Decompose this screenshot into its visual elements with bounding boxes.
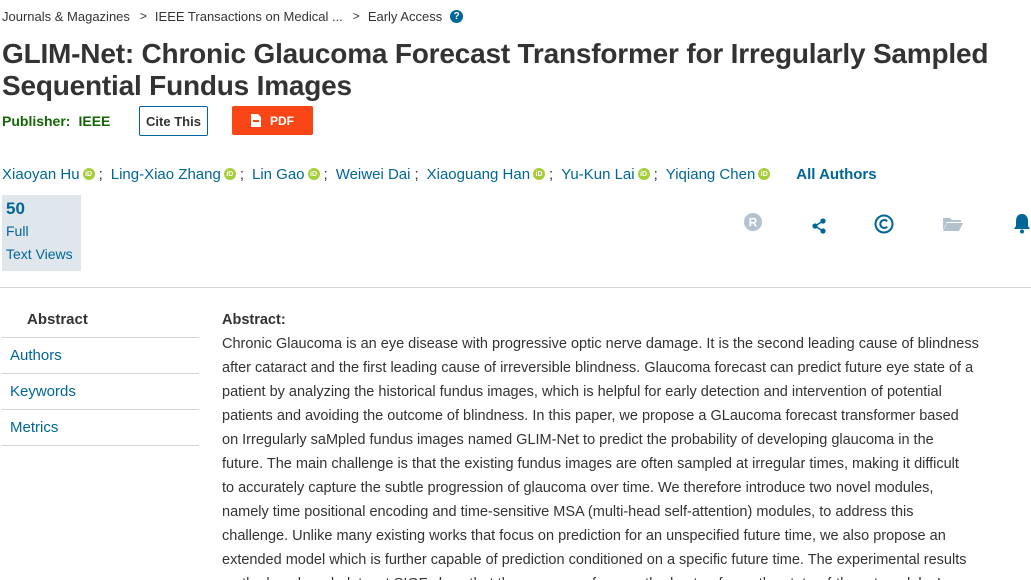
abstract-line: after cataract and the first leading cau…	[222, 360, 974, 376]
copyright-icon[interactable]	[872, 212, 896, 236]
author-separator: ;	[98, 165, 103, 183]
publisher: Publisher: IEEE	[2, 113, 110, 129]
orcid-icon[interactable]: iD	[758, 168, 771, 180]
folder-icon[interactable]	[941, 212, 965, 236]
abstract-line: future. The main challenge is that the e…	[222, 456, 959, 472]
breadcrumb-separator: >	[139, 9, 147, 23]
author-separator: ;	[239, 165, 244, 183]
pdf-file-icon	[251, 114, 261, 127]
abstract-line: Chronic Glaucoma is an eye disease with …	[222, 336, 979, 352]
author-link[interactable]: Lin Gao iD	[252, 166, 320, 183]
author-name[interactable]: Yiqiang Chen	[666, 166, 756, 183]
abstract-heading: Abstract:	[222, 312, 286, 328]
nav-authors[interactable]: Authors	[2, 338, 199, 374]
help-icon[interactable]: ?	[450, 9, 464, 23]
abstract-line: patients and avoiding the outcome of bli…	[222, 408, 959, 424]
cite-this-button[interactable]: Cite This	[139, 106, 208, 136]
author-separator: ;	[323, 165, 328, 183]
abstract-body: Chronic Glaucoma is an eye disease with …	[222, 332, 1031, 580]
breadcrumb-publication[interactable]: IEEE Transactions on Medical ...	[155, 9, 343, 24]
abstract-section: Abstract: Chronic Glaucoma is an eye dis…	[222, 308, 1031, 580]
author-link[interactable]: Xiaoguang Han iD	[427, 166, 546, 183]
nav-keywords[interactable]: Keywords	[2, 374, 199, 410]
abstract-line: challenge. Unlike many existing works th…	[222, 528, 946, 544]
full-text-views-metric[interactable]: 50 Full Text Views	[2, 195, 81, 271]
abstract-line: on Irregularly saMpled fundus images nam…	[222, 432, 934, 448]
metric-label-line1: Full	[6, 223, 29, 239]
all-authors-link[interactable]: All Authors	[796, 166, 876, 183]
author-link[interactable]: Yu-Kun Lai iD	[561, 166, 650, 183]
author-link[interactable]: Xiaoyan Hu iD	[2, 166, 95, 183]
breadcrumb-journals[interactable]: Journals & Magazines	[2, 9, 130, 24]
abstract-line: to accurately capture the subtle progres…	[222, 480, 934, 496]
orcid-icon[interactable]: iD	[533, 168, 546, 180]
author-name[interactable]: Ling-Xiao Zhang	[111, 166, 221, 183]
pdf-button[interactable]: PDF	[232, 106, 313, 135]
author-link[interactable]: Weiwei Dai	[336, 166, 411, 183]
author-separator: ;	[414, 165, 419, 183]
author-name[interactable]: Lin Gao	[252, 166, 305, 183]
section-divider	[0, 287, 1031, 288]
author-separator: ;	[653, 165, 658, 183]
author-link[interactable]: Ling-Xiao Zhang iD	[111, 166, 236, 183]
title-line: Sequential Fundus Images	[2, 70, 352, 101]
nav-metrics[interactable]: Metrics	[2, 410, 199, 446]
abstract-line: namely time positional encoding and time…	[222, 504, 914, 520]
pdf-button-label: PDF	[270, 113, 294, 128]
author-name[interactable]: Xiaoguang Han	[427, 166, 530, 183]
author-name[interactable]: Yu-Kun Lai	[561, 166, 634, 183]
orcid-icon[interactable]: iD	[307, 168, 320, 180]
metric-count: 50	[6, 199, 25, 218]
breadcrumb-separator: >	[352, 9, 360, 23]
orcid-icon[interactable]: iD	[223, 168, 236, 180]
author-name[interactable]: Weiwei Dai	[336, 166, 411, 183]
svg-text:R: R	[749, 216, 758, 230]
breadcrumb-early-access[interactable]: Early Access	[368, 9, 442, 24]
page-title: GLIM-Net: Chronic Glaucoma Forecast Tran…	[2, 38, 1012, 102]
abstract-line: on the benchmark dataset SIGF show that …	[222, 572, 1031, 580]
author-list: Xiaoyan Hu iD; Ling-Xiao Zhang iD; Lin Gao…	[2, 164, 877, 184]
orcid-icon[interactable]: iD	[82, 168, 95, 180]
publisher-value: IEEE	[78, 113, 111, 129]
share-icon[interactable]	[807, 214, 831, 238]
abstract-line: patient by analyzing the historical fund…	[222, 384, 942, 400]
author-name[interactable]: Xiaoyan Hu	[2, 166, 80, 183]
document-sections-nav: Abstract Authors Keywords Metrics	[2, 302, 199, 446]
orcid-icon[interactable]: iD	[637, 168, 650, 180]
title-line: GLIM-Net: Chronic Glaucoma Forecast Tran…	[2, 38, 989, 69]
alert-bell-icon[interactable]	[1010, 211, 1031, 235]
abstract-line: extended model which is further capable …	[222, 552, 967, 568]
nav-abstract[interactable]: Abstract	[2, 302, 199, 338]
author-separator: ;	[549, 165, 554, 183]
breadcrumb: Journals & Magazines > IEEE Transactions…	[2, 8, 464, 24]
publisher-row: Publisher: IEEE Cite This PDF	[2, 106, 313, 136]
metric-label-line2: Text Views	[6, 246, 73, 262]
rights-icon[interactable]: R	[741, 210, 765, 234]
author-link[interactable]: Yiqiang Chen iD	[666, 166, 771, 183]
publisher-label: Publisher:	[2, 113, 71, 129]
